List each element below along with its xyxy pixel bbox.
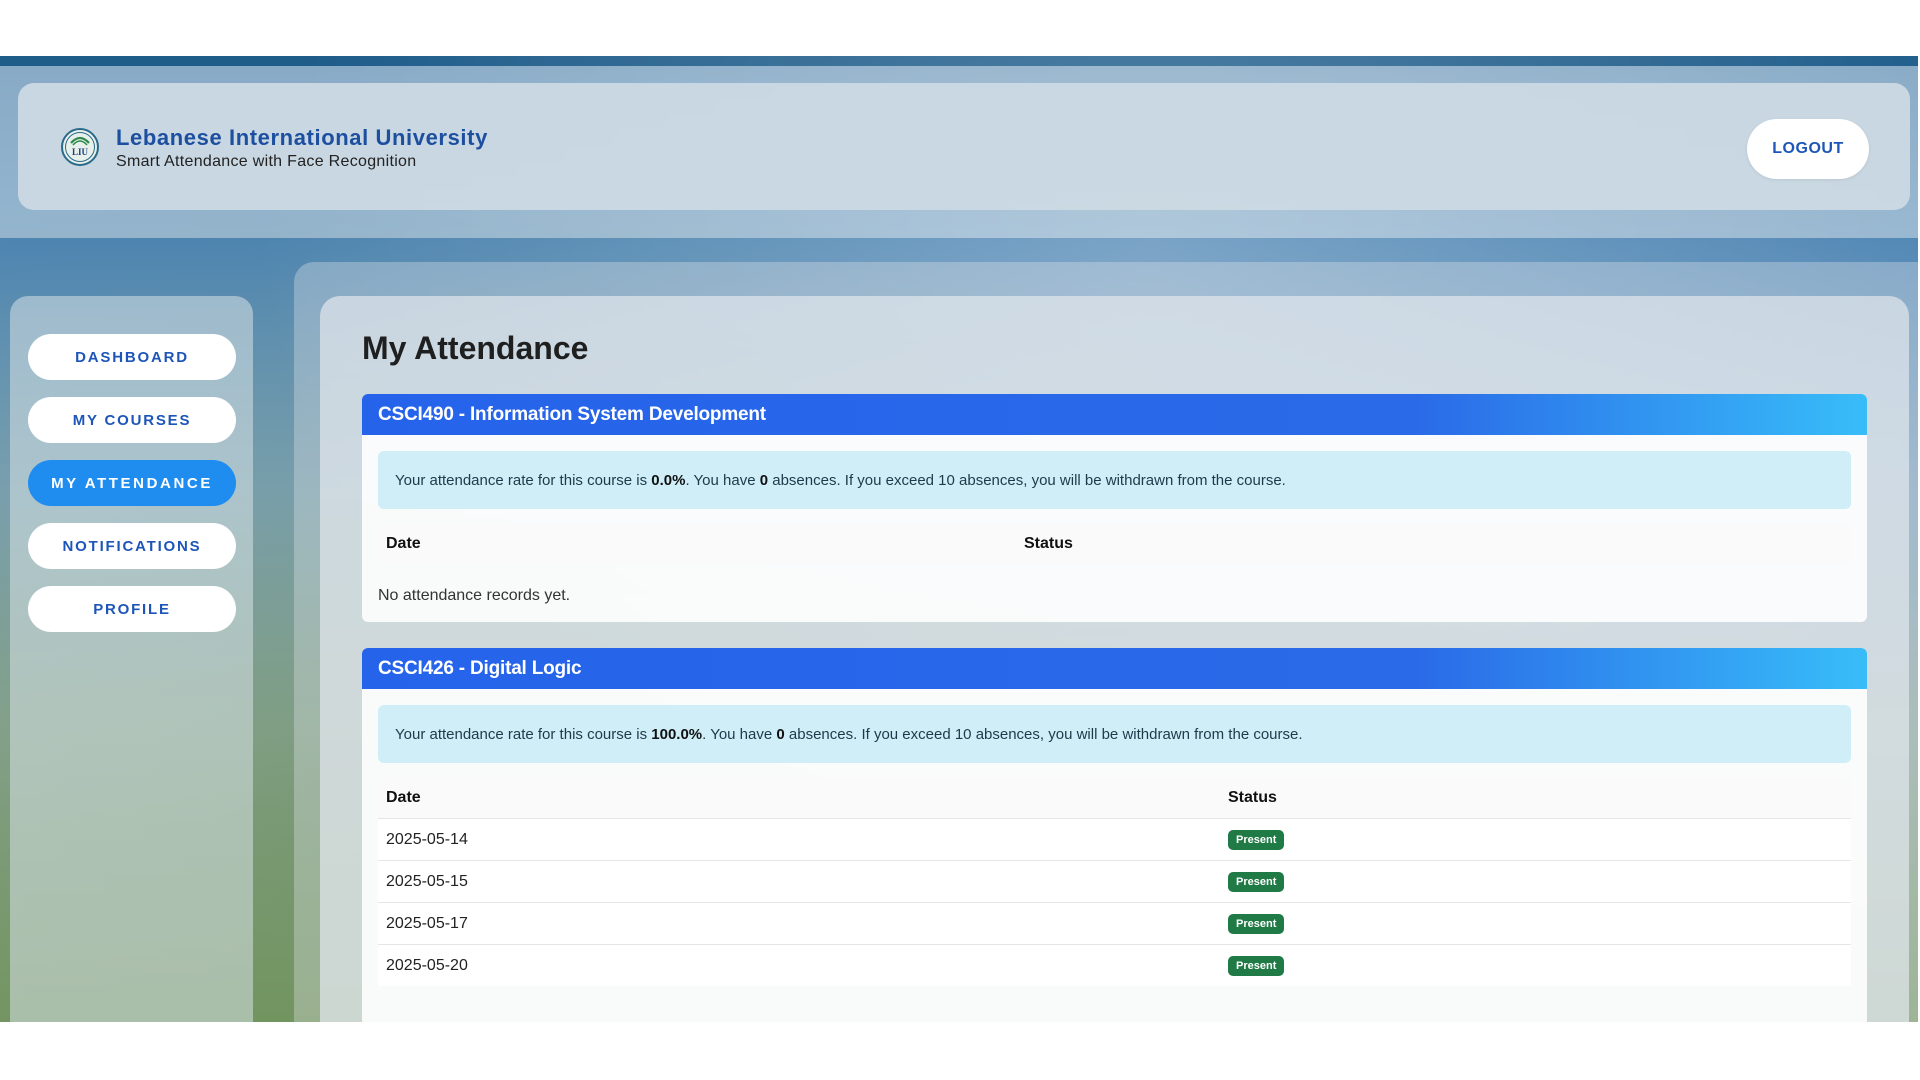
logout-button[interactable]: LOGOUT (1747, 119, 1869, 179)
table-row: 2025-05-17 Present (378, 902, 1851, 944)
row-date: 2025-05-15 (386, 872, 468, 890)
status-badge: Present (1228, 913, 1285, 934)
sidebar-nav: DASHBOARD MY COURSES MY ATTENDANCE NOTIF… (10, 296, 253, 1022)
top-header: LIU Lebanese International University Sm… (18, 83, 1910, 210)
row-date: 2025-05-17 (386, 914, 468, 932)
sidebar-item-dashboard[interactable]: DASHBOARD (28, 334, 236, 380)
alert-text-middle: . You have (702, 725, 777, 743)
empty-records-text: No attendance records yet. (378, 587, 571, 604)
university-name: Lebanese International University (116, 125, 488, 150)
column-header-status: Status (1228, 789, 1277, 806)
attendance-table: Date Status (378, 524, 1851, 564)
alert-text-middle: . You have (685, 471, 760, 489)
attendance-rate-value: 0.0% (651, 471, 686, 489)
page-title: My Attendance (362, 330, 589, 366)
table-row: 2025-05-14 Present (378, 818, 1851, 860)
alert-text-prefix: Your attendance rate for this course is (395, 725, 652, 743)
attendance-rate-value: 100.0% (651, 725, 703, 743)
attendance-rate-alert: Your attendance rate for this course is … (378, 705, 1851, 763)
status-badge: Present (1228, 955, 1285, 976)
row-date: 2025-05-14 (386, 830, 468, 848)
alert-text-suffix: absences. If you exceed 10 absences, you… (784, 725, 1303, 743)
main-content: My Attendance CSCI490 - Information Syst… (320, 296, 1909, 1022)
table-row: 2025-05-20 Present (378, 944, 1851, 986)
sidebar-item-my-attendance[interactable]: MY ATTENDANCE (28, 460, 236, 506)
course-card-header: CSCI426 - Digital Logic (362, 648, 1867, 689)
column-header-date: Date (386, 789, 421, 806)
column-header-status: Status (1024, 535, 1073, 552)
logo-text: LIU (72, 147, 89, 157)
status-badge: Present (1228, 829, 1285, 850)
status-badge: Present (1228, 871, 1285, 892)
row-date: 2025-05-20 (386, 956, 468, 974)
alert-text-suffix: absences. If you exceed 10 absences, you… (768, 471, 1286, 489)
table-header-row: Date Status (378, 778, 1851, 818)
app-window: LIU Lebanese International University Sm… (0, 56, 1918, 1022)
column-header-date: Date (386, 535, 421, 552)
course-card-header: CSCI490 - Information System Development (362, 394, 1867, 435)
absences-count: 0 (759, 471, 769, 489)
sidebar-item-notifications[interactable]: NOTIFICATIONS (28, 523, 236, 569)
university-logo-icon: LIU (61, 128, 99, 166)
alert-text-prefix: Your attendance rate for this course is (395, 471, 652, 489)
sidebar-item-profile[interactable]: PROFILE (28, 586, 236, 632)
header-band: LIU Lebanese International University Sm… (0, 66, 1918, 238)
absences-count: 0 (776, 725, 785, 743)
app-subtitle: Smart Attendance with Face Recognition (116, 153, 417, 170)
sidebar-item-my-courses[interactable]: MY COURSES (28, 397, 236, 443)
course-card-csci426: CSCI426 - Digital Logic Your attendance … (362, 648, 1867, 1022)
course-card-csci490: CSCI490 - Information System Development… (362, 394, 1867, 622)
table-header-row: Date Status (378, 524, 1851, 564)
attendance-rate-alert: Your attendance rate for this course is … (378, 451, 1851, 509)
attendance-table: Date Status 2025-05-14 Present 2025-05-1… (378, 778, 1851, 986)
table-row: 2025-05-15 Present (378, 860, 1851, 902)
